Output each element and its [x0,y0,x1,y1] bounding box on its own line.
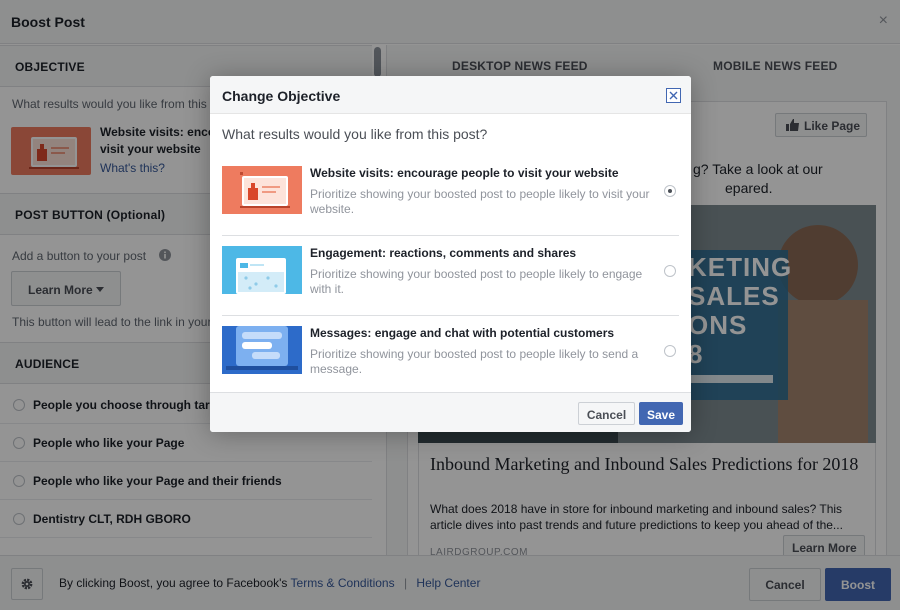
objective-option-website-visits[interactable]: Website visits: encourage people to visi… [222,156,679,236]
change-objective-dialog: Change Objective What results would you … [210,76,691,432]
option-description: Prioritize showing your boosted post to … [310,347,639,376]
option-title: Engagement: reactions, comments and shar… [310,246,577,260]
dialog-title: Change Objective [222,88,341,104]
option-description: Prioritize showing your boosted post to … [310,187,650,216]
option-radio[interactable] [664,345,676,357]
dialog-cancel-button[interactable]: Cancel [578,402,635,425]
dialog-footer: Cancel Save [210,392,691,432]
dialog-save-button[interactable]: Save [639,402,683,425]
objective-option-engagement[interactable]: Engagement: reactions, comments and shar… [222,236,679,316]
option-title: Website visits: encourage people to visi… [310,166,619,180]
dialog-save-label: Save [646,408,676,422]
dialog-header: Change Objective [210,76,691,114]
website-visits-illustration [222,166,302,214]
close-x-glyph [669,91,678,100]
engagement-illustration [222,246,302,294]
option-description: Prioritize showing your boosted post to … [310,267,643,296]
option-radio-selected[interactable] [664,185,676,197]
close-icon[interactable] [666,88,681,103]
option-title: Messages: engage and chat with potential… [310,326,615,340]
dialog-question: What results would you like from this po… [222,126,488,142]
messages-illustration [222,326,302,374]
objective-option-messages[interactable]: Messages: engage and chat with potential… [222,316,679,396]
dialog-cancel-label: Cancel [586,408,627,422]
option-radio[interactable] [664,265,676,277]
